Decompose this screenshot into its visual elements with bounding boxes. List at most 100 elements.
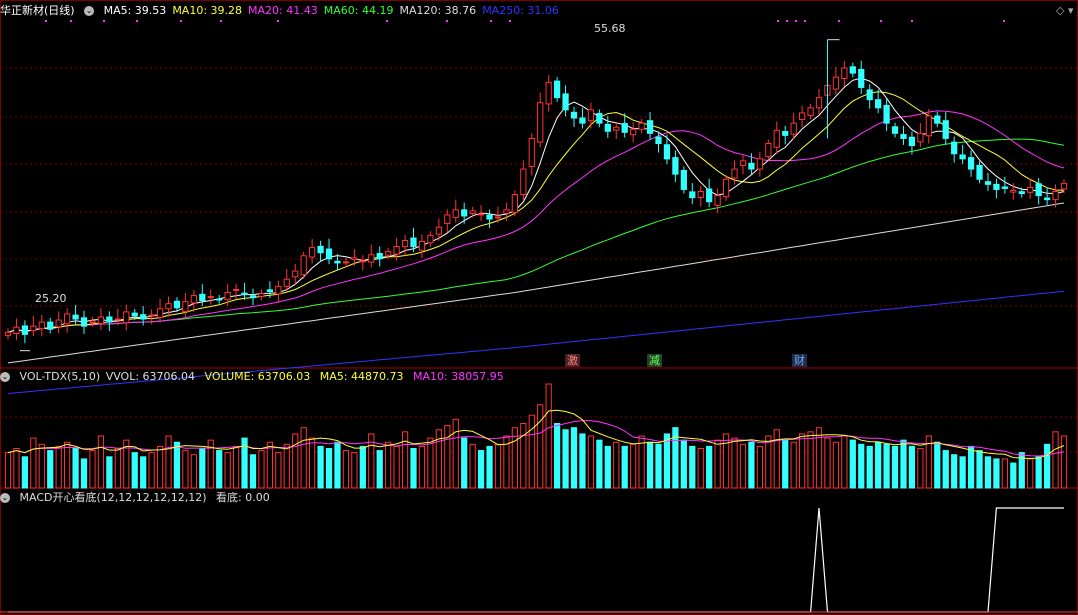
ma-legend-item: MA60: 44.19 — [323, 4, 394, 17]
volume-bar — [156, 445, 164, 489]
low-price-label: 25.20 — [35, 292, 67, 305]
candle-body — [773, 129, 780, 148]
high-price-label: 55.68 — [594, 22, 626, 35]
candle-body — [114, 318, 121, 321]
candle-body — [1035, 183, 1042, 197]
volume-bar — [520, 423, 527, 489]
event-tag-text: 减 — [649, 354, 660, 367]
candle-body — [663, 144, 671, 160]
volume-bar — [739, 443, 747, 489]
volume-bar — [908, 445, 916, 489]
volume-bar — [554, 423, 561, 489]
candle-body — [309, 247, 316, 258]
candle-body — [815, 97, 823, 109]
volume-bar — [131, 452, 138, 489]
menu-icon[interactable]: ▾ — [1068, 4, 1074, 17]
ma20-line — [7, 110, 1065, 333]
volume-ma5: MA5: 44870.73 — [319, 370, 404, 383]
candle-body — [1001, 186, 1008, 189]
volume-bar — [64, 441, 71, 489]
event-tag-jian[interactable]: 减 — [647, 354, 662, 367]
candle-body — [283, 278, 290, 287]
volume-bar — [714, 439, 721, 489]
volume-bar — [494, 443, 502, 489]
candle-body — [832, 76, 840, 90]
volume-bar — [30, 437, 37, 489]
volume-bar — [790, 441, 797, 489]
candle-body — [528, 137, 535, 168]
candle-body — [89, 320, 96, 323]
event-dot — [804, 20, 806, 22]
candle-body — [199, 293, 206, 302]
candle-body — [976, 164, 983, 180]
collapse-icon[interactable]: ⌄ — [0, 372, 10, 382]
candle-body — [165, 303, 172, 310]
event-tag-cai[interactable]: 财 — [792, 354, 807, 367]
diamond-icon[interactable]: ◇ — [1056, 4, 1064, 17]
volume-bar — [427, 437, 434, 489]
volume-bar — [266, 441, 274, 489]
volume-bar — [190, 454, 197, 489]
ma120-line — [7, 202, 1065, 364]
event-dot — [490, 20, 492, 22]
candle-body — [706, 188, 713, 203]
candle-body — [621, 123, 628, 133]
candle-body — [984, 181, 992, 185]
ma-legend-item: MA5: 39.53 — [103, 4, 167, 17]
volume-bar — [469, 443, 476, 489]
candle-body — [520, 168, 527, 196]
volume-bar — [97, 435, 105, 489]
volume-bar — [959, 456, 966, 489]
candle-body — [4, 331, 12, 336]
candle-body — [80, 317, 88, 327]
volume-bar — [232, 445, 240, 489]
chart-frame — [0, 0, 1078, 615]
volume-bar — [782, 439, 789, 489]
volume-bar — [604, 445, 611, 489]
event-dot — [45, 20, 47, 22]
candle-body — [554, 80, 561, 99]
candle-body — [503, 209, 510, 214]
volume-bar — [300, 427, 307, 489]
macd-indicator-name[interactable]: MACD开心看底(12,12,12,12,12,12) — [20, 491, 207, 504]
candle-body — [232, 288, 240, 291]
volume-value: VOLUME: 63706.03 — [204, 370, 311, 383]
event-dot — [220, 20, 222, 22]
volume-bar — [47, 450, 54, 489]
candle-body — [444, 214, 451, 225]
volume-bar — [824, 437, 831, 489]
event-tag-ji[interactable]: 激 — [565, 354, 580, 367]
candle-body — [655, 136, 662, 145]
volume-bar — [216, 450, 223, 489]
volume-bar — [765, 435, 772, 489]
collapse-icon[interactable]: ⌄ — [84, 6, 95, 16]
candle-body — [325, 248, 333, 260]
volume-bar — [114, 447, 121, 489]
candle-body — [207, 296, 214, 299]
candle-body — [579, 117, 586, 124]
candle-body — [537, 102, 544, 143]
volume-bar — [951, 454, 958, 489]
candle-body — [680, 169, 687, 190]
volume-bar — [418, 445, 426, 489]
event-dot — [136, 20, 138, 22]
volume-bar — [638, 435, 645, 489]
volume-bar — [680, 439, 687, 489]
candle-body — [1027, 186, 1034, 193]
vvol-value: VVOL: 63706.04 — [105, 370, 196, 383]
candle-body — [342, 261, 350, 264]
candle-body — [545, 81, 552, 105]
volume-bar — [1060, 435, 1068, 489]
ma-legend-item: MA10: 39.28 — [172, 4, 243, 17]
candle-body — [714, 195, 721, 206]
volume-indicator-name[interactable]: VOL-TDX(5,10) — [20, 370, 101, 383]
event-dot — [70, 20, 72, 22]
volume-bar — [1001, 458, 1008, 489]
volume-bar — [807, 431, 814, 489]
collapse-icon[interactable]: ⌄ — [0, 493, 10, 503]
volume-bar — [72, 447, 79, 489]
candle-body — [630, 128, 637, 136]
candle-body — [672, 157, 679, 175]
stock-chart — [0, 0, 1078, 615]
candle-body — [967, 157, 975, 170]
